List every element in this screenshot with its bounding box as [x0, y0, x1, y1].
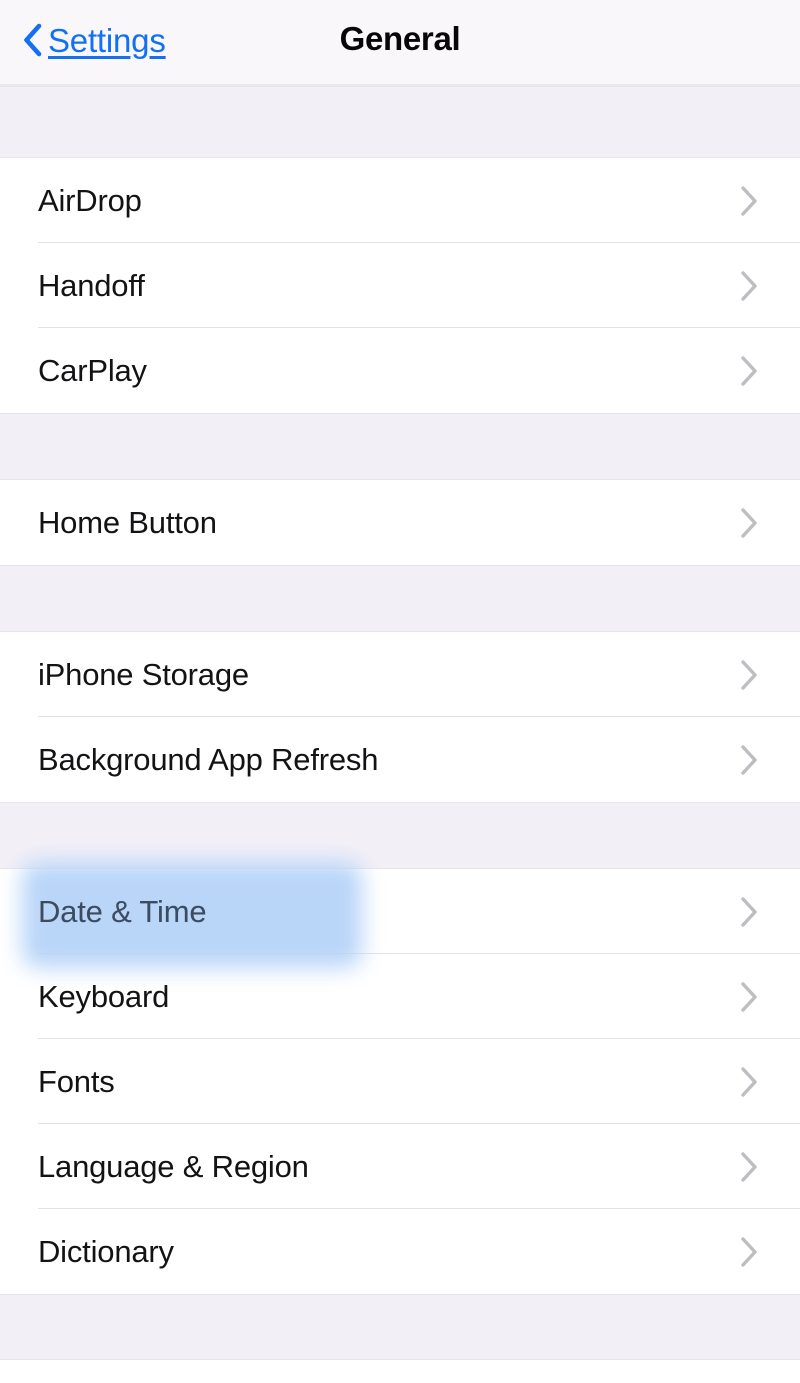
list-item-handoff[interactable]: Handoff [0, 243, 800, 328]
navigation-bar: Settings General [0, 0, 800, 86]
list-item-dictionary[interactable]: Dictionary [0, 1209, 800, 1294]
chevron-right-icon [740, 270, 759, 302]
list-item-label: Fonts [38, 1064, 115, 1099]
list-item-fonts[interactable]: Fonts [0, 1039, 800, 1124]
list-item-background-app-refresh[interactable]: Background App Refresh [0, 717, 800, 802]
list-item-label: Dictionary [38, 1234, 174, 1269]
iphone-settings-general-screen: Settings General AirDrop Handoff CarPlay… [0, 0, 800, 1383]
chevron-right-icon [740, 981, 759, 1013]
list-item-label: iPhone Storage [38, 657, 249, 692]
chevron-right-icon [740, 507, 759, 539]
chevron-right-icon [740, 1066, 759, 1098]
page-title: General [339, 20, 461, 57]
chevron-right-icon [740, 185, 759, 217]
list-item-date-and-time[interactable]: Date & Time [0, 869, 800, 954]
section-spacer-2 [0, 565, 800, 632]
list-item-carplay[interactable]: CarPlay [0, 328, 800, 413]
list-item-label: Keyboard [38, 979, 170, 1014]
list-item-keyboard[interactable]: Keyboard [0, 954, 800, 1039]
list-item-label: Date & Time [38, 894, 207, 929]
list-item-label: Language & Region [38, 1149, 309, 1184]
chevron-right-icon [740, 896, 759, 928]
list-item-airdrop[interactable]: AirDrop [0, 158, 800, 243]
list-item-language-and-region[interactable]: Language & Region [0, 1124, 800, 1209]
list-item-home-button[interactable]: Home Button [0, 480, 800, 565]
list-item-label: Background App Refresh [38, 742, 379, 777]
section-hardware: Home Button [0, 480, 800, 565]
chevron-right-icon [740, 1236, 759, 1268]
list-tail [0, 1360, 800, 1381]
list-item-label: CarPlay [38, 353, 147, 388]
section-storage: iPhone Storage Background App Refresh [0, 632, 800, 802]
section-localization: Date & Time Keyboard Fonts Language & Re… [0, 869, 800, 1294]
settings-list: AirDrop Handoff CarPlay Home Button iPho… [0, 86, 800, 1381]
section-spacer-top [0, 86, 800, 158]
list-item-label: Home Button [38, 505, 217, 540]
section-spacer-bottom [0, 1294, 800, 1360]
chevron-right-icon [740, 744, 759, 776]
section-spacer-3 [0, 802, 800, 869]
list-item-iphone-storage[interactable]: iPhone Storage [0, 632, 800, 717]
section-connectivity: AirDrop Handoff CarPlay [0, 158, 800, 413]
list-item-label: Handoff [38, 268, 145, 303]
chevron-right-icon [740, 355, 759, 387]
chevron-right-icon [740, 1151, 759, 1183]
chevron-right-icon [740, 659, 759, 691]
list-item-label: AirDrop [38, 183, 142, 218]
section-spacer-1 [0, 413, 800, 480]
